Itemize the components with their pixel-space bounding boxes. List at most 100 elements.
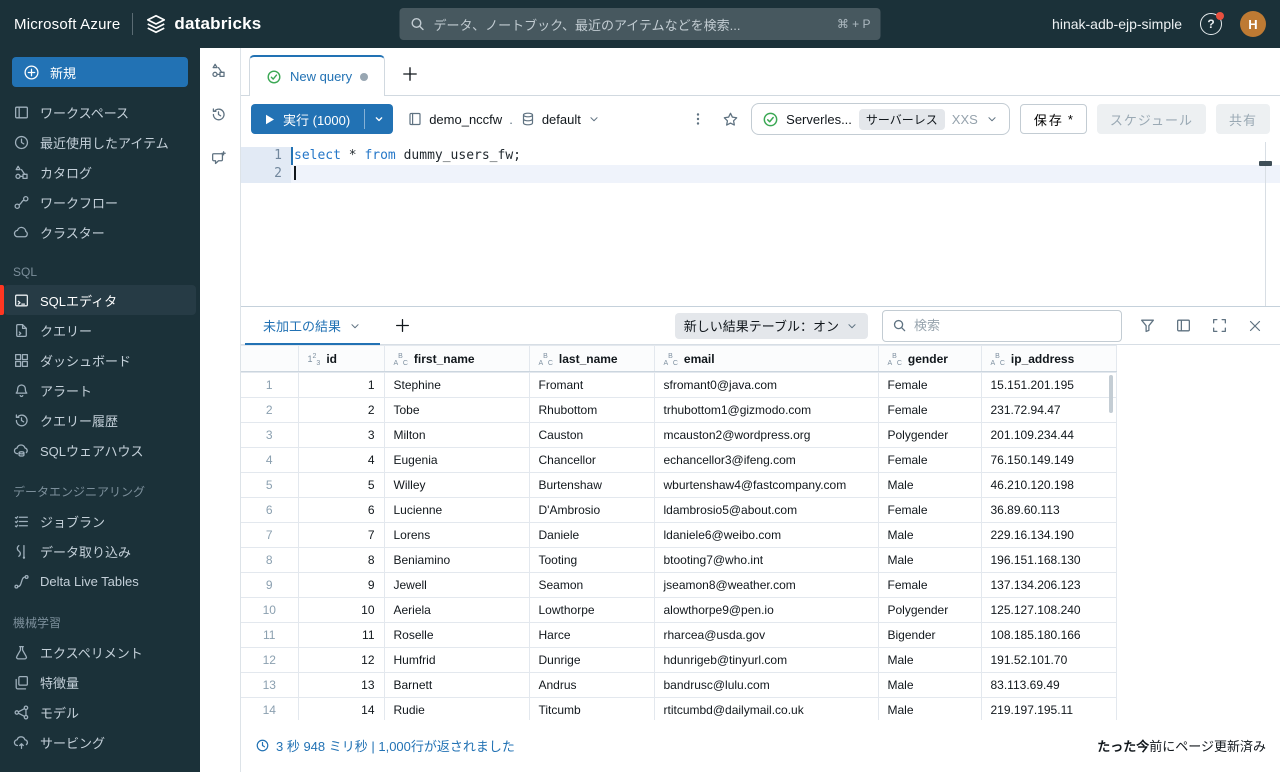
cell-first_name[interactable]: Barnett	[383, 672, 530, 698]
cell-ip_address[interactable]: 137.134.206.123	[980, 572, 1117, 598]
sidebar-item-workspace[interactable]: ワークスペース	[0, 97, 200, 127]
editor-line[interactable]: 2	[241, 165, 1280, 183]
cell-id[interactable]: 11	[297, 622, 385, 648]
run-button[interactable]: 実行 (1000)	[251, 104, 394, 134]
cell-ip_address[interactable]: 125.127.108.240	[980, 597, 1117, 623]
new-button[interactable]: 新規	[12, 57, 188, 87]
cell-id[interactable]: 5	[297, 472, 385, 498]
warehouse-selector[interactable]: Serverles... サーバーレス XXS	[751, 103, 1010, 135]
cell-ip_address[interactable]: 229.16.134.190	[980, 522, 1117, 548]
cell-email[interactable]: echancellor3@ifeng.com	[653, 447, 879, 473]
sidebar-item-workflows[interactable]: ワークフロー	[0, 187, 200, 217]
cell-first_name[interactable]: Milton	[383, 422, 530, 448]
cell-id[interactable]: 12	[297, 647, 385, 673]
results-search-input[interactable]	[914, 318, 1112, 333]
cell-first_name[interactable]: Eugenia	[383, 447, 530, 473]
sidebar-item-job-runs[interactable]: ジョブラン	[0, 506, 200, 536]
cell-email[interactable]: bandrusc@lulu.com	[653, 672, 879, 698]
cell-id[interactable]: 13	[297, 672, 385, 698]
history-panel-icon[interactable]	[210, 106, 230, 126]
cell-ip_address[interactable]: 196.151.168.130	[980, 547, 1117, 573]
cell-gender[interactable]: Female	[877, 572, 982, 598]
sidebar-item-queries[interactable]: クエリー	[0, 315, 200, 345]
cell-email[interactable]: hdunrigeb@tinyurl.com	[653, 647, 879, 673]
cell-gender[interactable]: Male	[877, 672, 982, 698]
cell-first_name[interactable]: Stephine	[383, 372, 530, 398]
column-header-first_name[interactable]: ABC first_name	[383, 345, 530, 372]
cell-gender[interactable]: Female	[877, 372, 982, 398]
cell-ip_address[interactable]: 83.113.69.49	[980, 672, 1117, 698]
sidebar-item-query-history[interactable]: クエリー履歴	[0, 405, 200, 435]
save-button[interactable]: 保存 *	[1019, 104, 1087, 134]
tab-new-query[interactable]: New query	[249, 55, 386, 96]
add-tab-button[interactable]	[401, 65, 419, 83]
cell-first_name[interactable]: Rudie	[383, 697, 530, 720]
cell-email[interactable]: sfromant0@java.com	[653, 372, 879, 398]
side-panel-icon[interactable]	[1172, 315, 1194, 337]
cell-email[interactable]: jseamon8@weather.com	[653, 572, 879, 598]
cell-last_name[interactable]: Fromant	[528, 372, 655, 398]
cell-last_name[interactable]: Harce	[528, 622, 655, 648]
cell-email[interactable]: rharcea@usda.gov	[653, 622, 879, 648]
cell-first_name[interactable]: Lorens	[383, 522, 530, 548]
sidebar-item-experiments[interactable]: エクスペリメント	[0, 637, 200, 667]
sidebar-item-recents[interactable]: 最近使用したアイテム	[0, 127, 200, 157]
cell-first_name[interactable]: Jewell	[383, 572, 530, 598]
cell-gender[interactable]: Male	[877, 547, 982, 573]
cell-last_name[interactable]: Tooting	[528, 547, 655, 573]
cell-gender[interactable]: Female	[877, 497, 982, 523]
cell-email[interactable]: rtitcumbd@dailymail.co.uk	[653, 697, 879, 720]
cell-email[interactable]: trhubottom1@gizmodo.com	[653, 397, 879, 423]
cell-email[interactable]: ldaniele6@weibo.com	[653, 522, 879, 548]
sidebar-item-data-ingestion[interactable]: データ取り込み	[0, 536, 200, 566]
cell-last_name[interactable]: Causton	[528, 422, 655, 448]
catalog-panel-icon[interactable]	[210, 62, 230, 82]
cell-last_name[interactable]: Seamon	[528, 572, 655, 598]
cell-ip_address[interactable]: 191.52.101.70	[980, 647, 1117, 673]
kebab-menu-icon[interactable]	[687, 108, 709, 130]
cell-first_name[interactable]: Aeriela	[383, 597, 530, 623]
assistant-panel-icon[interactable]	[210, 150, 230, 170]
results-tab-raw[interactable]: 未加工の結果	[245, 307, 381, 346]
run-options-dropdown[interactable]	[365, 104, 393, 134]
databricks-logo-group[interactable]: databricks	[145, 13, 261, 35]
avatar[interactable]: H	[1240, 11, 1266, 37]
cell-id[interactable]: 10	[297, 597, 385, 623]
cell-last_name[interactable]: Chancellor	[528, 447, 655, 473]
cell-first_name[interactable]: Roselle	[383, 622, 530, 648]
column-header-ip_address[interactable]: ABC ip_address	[980, 345, 1117, 372]
cell-email[interactable]: alowthorpe9@pen.io	[653, 597, 879, 623]
cell-id[interactable]: 4	[297, 447, 385, 473]
cell-email[interactable]: mcauston2@wordpress.org	[653, 422, 879, 448]
cell-email[interactable]: wburtenshaw4@fastcompany.com	[653, 472, 879, 498]
cell-id[interactable]: 3	[297, 422, 385, 448]
cell-gender[interactable]: Male	[877, 472, 982, 498]
sidebar-item-features[interactable]: 特徴量	[0, 667, 200, 697]
cell-first_name[interactable]: Tobe	[383, 397, 530, 423]
cell-ip_address[interactable]: 15.151.201.195	[980, 372, 1117, 398]
cell-ip_address[interactable]: 219.197.195.11	[980, 697, 1117, 720]
sidebar-item-models[interactable]: モデル	[0, 697, 200, 727]
cell-gender[interactable]: Female	[877, 447, 982, 473]
cell-first_name[interactable]: Lucienne	[383, 497, 530, 523]
schedule-button[interactable]: スケジュール	[1096, 104, 1206, 134]
editor-scroll-indicator[interactable]	[1259, 161, 1272, 166]
favorite-star-icon[interactable]	[719, 108, 741, 130]
cell-id[interactable]: 2	[297, 397, 385, 423]
sidebar-item-dashboards[interactable]: ダッシュボード	[0, 345, 200, 375]
column-header-email[interactable]: ABC email	[653, 345, 879, 372]
fullscreen-icon[interactable]	[1208, 315, 1230, 337]
cell-id[interactable]: 9	[297, 572, 385, 598]
sidebar-item-serving[interactable]: サービング	[0, 727, 200, 757]
add-visualization-button[interactable]	[394, 317, 411, 334]
sidebar-item-alerts[interactable]: アラート	[0, 375, 200, 405]
cell-id[interactable]: 14	[297, 697, 385, 720]
cell-ip_address[interactable]: 46.210.120.198	[980, 472, 1117, 498]
sidebar-item-sql-warehouse[interactable]: SQLウェアハウス	[0, 435, 200, 465]
editor-scrollbar-track[interactable]	[1265, 142, 1266, 306]
help-icon[interactable]: ?	[1200, 12, 1224, 35]
catalog-schema-selector[interactable]: demo_nccfw . default	[403, 111, 605, 127]
cell-first_name[interactable]: Willey	[383, 472, 530, 498]
sidebar-item-catalog[interactable]: カタログ	[0, 157, 200, 187]
cell-gender[interactable]: Polygender	[877, 597, 982, 623]
